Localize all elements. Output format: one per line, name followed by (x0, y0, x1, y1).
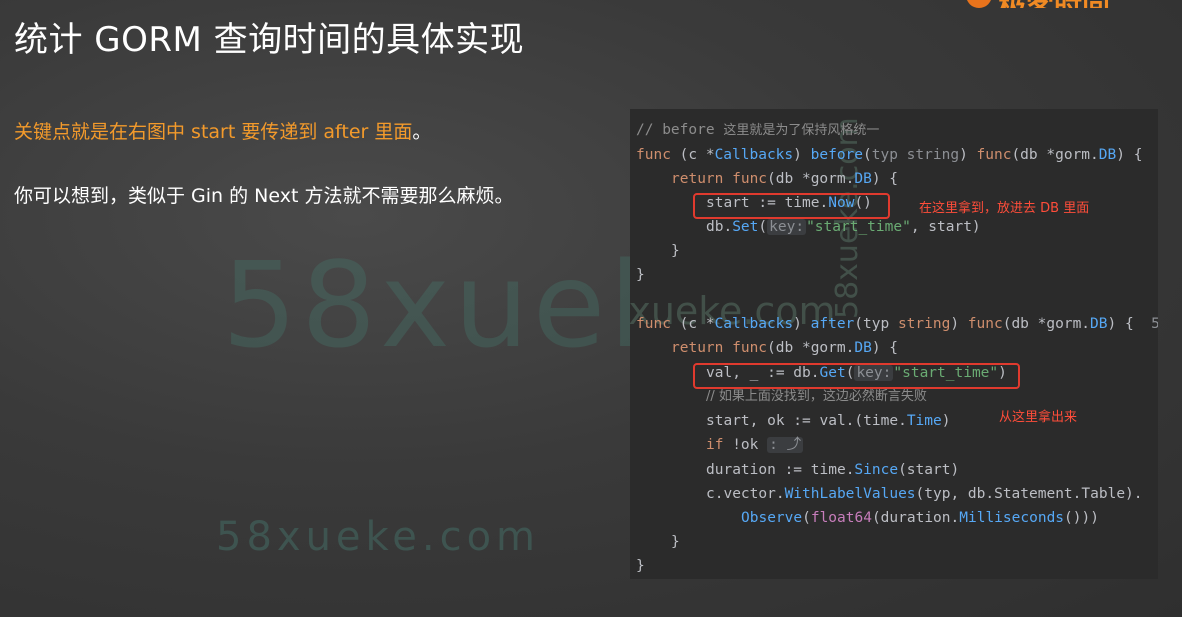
annotation-take-out: 从这里拿出来 (999, 410, 1078, 425)
code-line-14: duration := time.Since(start) (706, 462, 960, 478)
logo-mark-icon (966, 0, 992, 8)
geektime-logo: 极客时间 (966, 0, 1156, 8)
code-line-1: // before 这里就是为了保持风格统一 (636, 122, 880, 138)
code-line-18: } (636, 558, 645, 574)
code-screenshot: 58xueke.com 58xueke.com // before 这里就是为了… (630, 109, 1158, 579)
code-line-13: if !ok : ⤴ (706, 437, 804, 453)
watermark-small: 58xueke.com (216, 514, 541, 560)
code-line-8: func (c *Callbacks) after(typ string) fu… (636, 316, 1158, 332)
code-line-6: } (671, 243, 680, 259)
code-line-11: // 如果上面没找到，这边必然断言失败 (706, 389, 927, 404)
code-line-7: } (636, 267, 645, 283)
code-line-17: } (671, 534, 680, 550)
code-line-3: return func(db *gorm.DB) { (671, 171, 899, 187)
slide-title: 统计 GORM 查询时间的具体实现 (14, 20, 525, 60)
hint-text: 你可以想到，类似于 Gin 的 Next 方法就不需要那么麻烦。 (14, 185, 514, 207)
annotation-put-in-db: 在这里拿到，放进去 DB 里面 (919, 201, 1090, 216)
key-point-body: 关键点就是在右图中 start 要传递到 after 里面 (14, 121, 413, 143)
code-line-16: Observe(float64(duration.Milliseconds())… (741, 510, 1099, 526)
logo-text: 极客时间 (998, 0, 1110, 8)
code-line-15: c.vector.WithLabelValues(typ, db.Stateme… (706, 486, 1143, 502)
highlight-db-get (693, 363, 1020, 389)
code-line-2: func (c *Callbacks) before(typ string) f… (636, 147, 1143, 163)
code-line-12: start, ok := val.(time.Time) (706, 413, 951, 429)
code-line-5: db.Set(key: "start_time", start) (706, 219, 981, 235)
code-line-9: return func(db *gorm.DB) { (671, 340, 899, 356)
key-point-text: 关键点就是在右图中 start 要传递到 after 里面。 (14, 117, 431, 144)
highlight-start-now (693, 193, 890, 219)
key-point-dot: 。 (412, 121, 432, 143)
